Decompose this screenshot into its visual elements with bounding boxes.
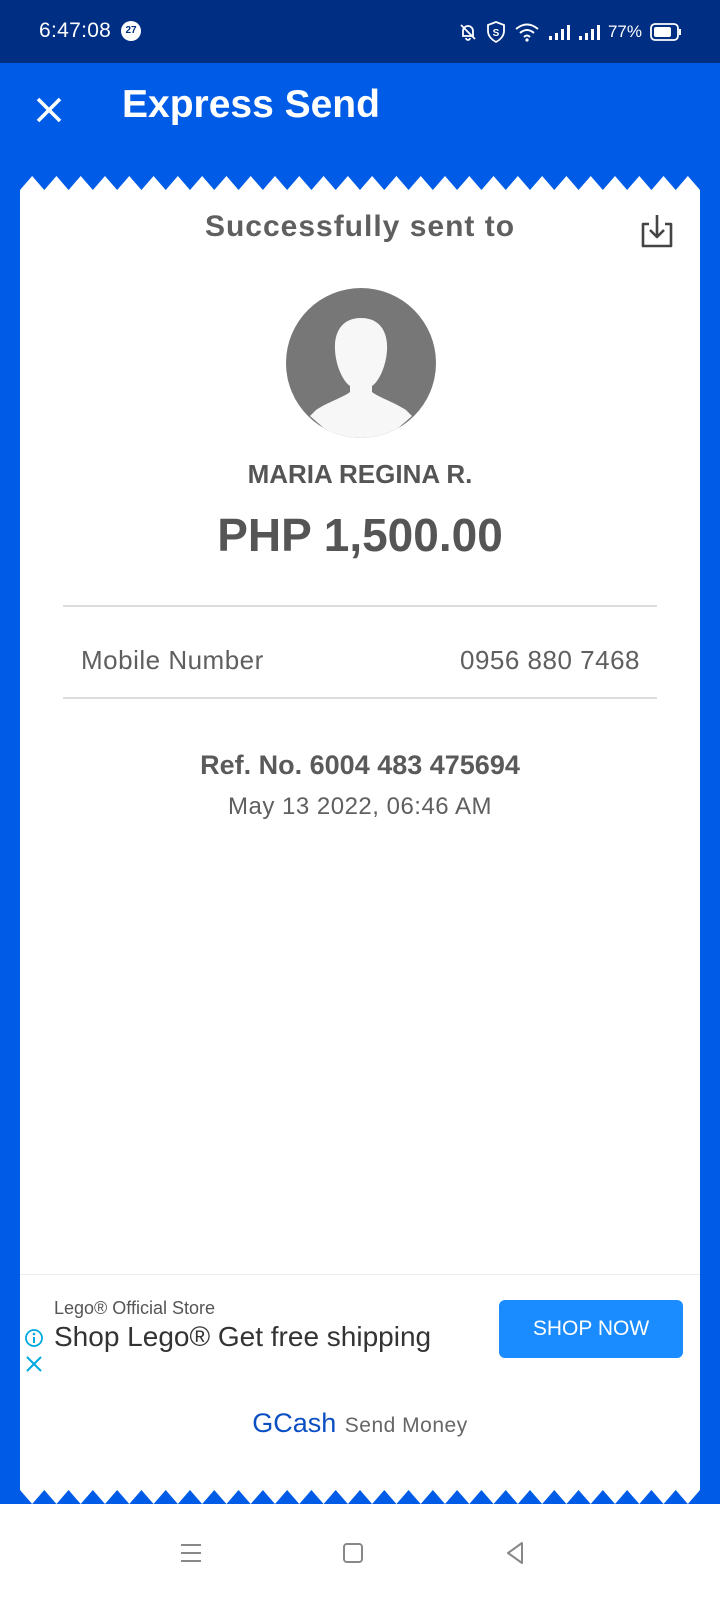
battery-percent: 77% (607, 22, 642, 41)
divider (63, 697, 657, 699)
recipient-name: MARIA REGINA R. (247, 459, 473, 489)
ad-close-icon[interactable] (25, 1355, 43, 1373)
ad-banner[interactable]: Lego® Official Store Shop Lego® Get free… (20, 1274, 700, 1382)
page-title: Express Send (122, 83, 380, 126)
system-nav-bar (0, 1504, 720, 1600)
reference-number: Ref. No. 6004 483 475694 (200, 750, 520, 780)
notification-count-badge: 27 (121, 21, 141, 41)
avatar (286, 288, 436, 438)
status-icons: S 77% (458, 17, 682, 47)
status-bar: 6:47:08 27 S 77% (0, 0, 720, 63)
ad-info-icon[interactable] (24, 1328, 44, 1348)
mute-bell-icon (460, 24, 476, 41)
back-icon[interactable] (500, 1538, 530, 1568)
download-icon[interactable] (639, 212, 675, 250)
battery-icon (650, 23, 681, 41)
shield-icon: S (487, 21, 505, 43)
sent-amount: PHP 1,500.00 (217, 509, 503, 561)
home-icon[interactable] (338, 1538, 368, 1568)
shop-now-button[interactable]: SHOP NOW (499, 1300, 683, 1358)
status-time: 6:47:08 (39, 19, 112, 42)
close-icon[interactable] (32, 93, 66, 127)
success-label: Successfully sent to (204, 210, 516, 243)
transaction-receipt: Successfully sent to MARIA REGINA R. PHP… (20, 176, 700, 1504)
mobile-number-label: Mobile Number (81, 645, 264, 675)
footer-subtitle: Send Money (344, 1414, 468, 1437)
footer-brand: GCash Send Money (20, 1408, 700, 1439)
signal-icon (578, 25, 600, 40)
divider (63, 605, 657, 607)
ad-advertiser: Lego® Official Store (54, 1298, 216, 1318)
signal-icon (548, 25, 570, 40)
svg-text:S: S (493, 28, 500, 39)
app-header: Express Send (0, 63, 720, 178)
person-silhouette-icon (310, 318, 412, 438)
ad-headline[interactable]: Shop Lego® Get free shipping (54, 1321, 431, 1353)
transaction-date: May 13 2022, 06:46 AM (228, 793, 492, 820)
gcash-logo: GCash (252, 1408, 337, 1438)
menu-icon[interactable] (176, 1538, 206, 1568)
wifi-icon (515, 23, 539, 42)
mobile-number-value: 0956 880 7468 (459, 645, 640, 675)
